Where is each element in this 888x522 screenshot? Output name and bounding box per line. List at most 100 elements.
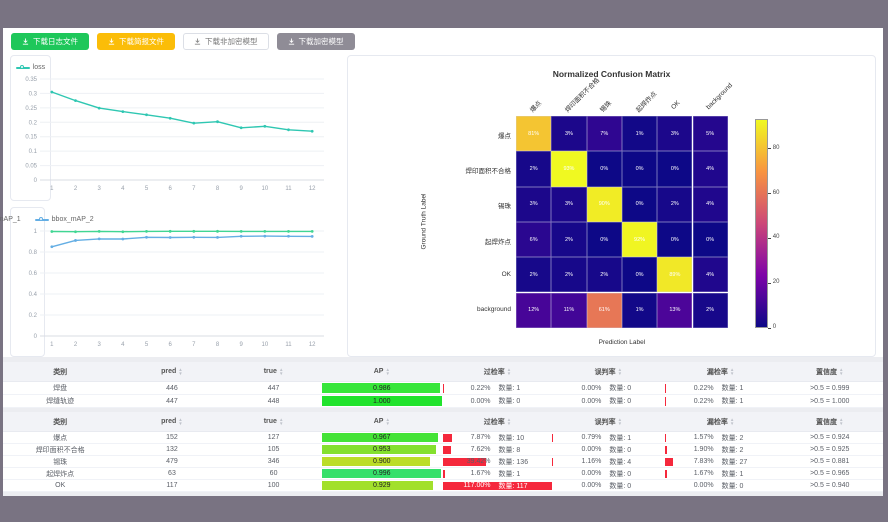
- miss-rate-wrap: 0.00%数量: 0: [665, 480, 777, 491]
- miss-rate-bar: [665, 458, 674, 466]
- sort-caret-icon[interactable]: ▲▼: [730, 418, 734, 426]
- matrix-row-label: background: [361, 306, 511, 313]
- matrix-y-axis-label: Ground Truth Label: [421, 193, 428, 249]
- sort-caret-icon[interactable]: ▲▼: [839, 418, 843, 426]
- table-row: 焊缝轨迹4474481.0000.00%数量: 00.00%数量: 00.22%…: [3, 395, 883, 408]
- miss-rate-wrap: 1.67%数量: 1: [665, 468, 777, 479]
- sort-caret-icon[interactable]: ▲▼: [385, 368, 389, 376]
- rate-value: 1.67%: [451, 470, 491, 477]
- sort-caret-icon[interactable]: ▲▼: [385, 418, 389, 426]
- rate-count: 数量: 0: [609, 383, 655, 393]
- matrix-cell: 0%: [657, 151, 692, 186]
- mis-rate-bar: [552, 458, 553, 466]
- svg-text:9: 9: [239, 342, 243, 348]
- col-header-label: pred: [161, 368, 176, 375]
- cell-pred: 132: [117, 444, 226, 455]
- sort-caret-icon[interactable]: ▲▼: [730, 368, 734, 376]
- matrix-cell: 6%: [516, 222, 551, 257]
- cell-confidence: >0.5 = 0.940: [776, 480, 883, 491]
- colorbar-tick-label: 80: [773, 145, 780, 151]
- svg-text:1: 1: [34, 229, 38, 235]
- col-header-conf[interactable]: 置信度▲▼: [776, 362, 883, 381]
- col-header-true[interactable]: true▲▼: [227, 412, 321, 431]
- cell-confidence: >0.5 = 1.000: [776, 395, 883, 407]
- cell-ap: 1.000: [321, 395, 443, 407]
- download-toolbar: 下载日志文件 下载简报文件 下载非加密模型 下载加密模型: [3, 28, 883, 55]
- download-encrypted-model-button[interactable]: 下载加密模型: [277, 33, 355, 51]
- cell-over: 1.67%数量: 1: [443, 468, 552, 479]
- legend-item-bbox_mAP_2[interactable]: bbox_mAP_2: [35, 216, 94, 223]
- rate-value: 7.62%: [451, 446, 491, 453]
- sort-caret-icon[interactable]: ▲▼: [279, 418, 283, 426]
- col-header-pred[interactable]: pred▲▼: [117, 362, 226, 381]
- legend-item-loss[interactable]: loss: [16, 64, 45, 71]
- col-header-ap[interactable]: AP▲▼: [321, 362, 443, 381]
- matrix-cell: 11%: [551, 293, 586, 328]
- ap-bar-wrap: 0.929: [322, 480, 442, 491]
- table-row: 焊盘4464470.9860.22%数量: 10.00%数量: 00.22%数量…: [3, 382, 883, 395]
- col-header-conf[interactable]: 置信度▲▼: [776, 412, 883, 431]
- col-header-ap[interactable]: AP▲▼: [321, 412, 443, 431]
- colorbar: [755, 119, 768, 328]
- matrix-row-label: 爆点: [361, 130, 511, 140]
- download-log-label: 下载日志文件: [33, 38, 78, 46]
- col-header-miss[interactable]: 漏检率▲▼: [665, 412, 777, 431]
- svg-text:3: 3: [97, 186, 101, 192]
- colorbar-tick: [768, 238, 771, 239]
- col-header-pred[interactable]: pred▲▼: [117, 412, 226, 431]
- rate-count: 数量: 2: [722, 445, 768, 455]
- sort-caret-icon[interactable]: ▲▼: [839, 368, 843, 376]
- colorbar-tick: [768, 193, 771, 194]
- cell-over: 7.62% 数量: 8: [443, 444, 552, 455]
- legend-item-bbox_mAP_1[interactable]: bbox_mAP_1: [0, 216, 21, 223]
- matrix-column-label: OK: [670, 99, 682, 111]
- col-header-mis[interactable]: 误判率▲▼: [552, 412, 665, 431]
- metrics-table-1: 类别pred▲▼true▲▼AP▲▼过检率▲▼误判率▲▼漏检率▲▼置信度▲▼焊盘…: [3, 362, 883, 408]
- matrix-row-label: 焊印面积不合格: [361, 165, 511, 175]
- cell-confidence: >0.5 = 0.925: [776, 444, 883, 455]
- col-header-label: 类别: [53, 417, 67, 427]
- sort-caret-icon[interactable]: ▲▼: [178, 368, 182, 376]
- colorbar-tick: [768, 148, 771, 149]
- sort-caret-icon[interactable]: ▲▼: [618, 418, 622, 426]
- cell-confidence: >0.5 = 0.965: [776, 468, 883, 479]
- col-header-true[interactable]: true▲▼: [227, 362, 321, 381]
- cell-ap: 0.967: [321, 432, 443, 443]
- cell-miss: 7.83%数量: 27: [665, 456, 777, 467]
- rate-value: 0.22%: [674, 385, 714, 392]
- download-log-button[interactable]: 下载日志文件: [11, 33, 89, 51]
- download-report-button[interactable]: 下载简报文件: [97, 33, 175, 51]
- matrix-column-label: 爆点: [527, 98, 543, 114]
- col-header-over[interactable]: 过检率▲▼: [443, 412, 552, 431]
- sort-caret-icon[interactable]: ▲▼: [178, 418, 182, 426]
- miss-rate-wrap: 0.22%数量: 1: [665, 382, 777, 394]
- rate-value: 1.67%: [674, 470, 714, 477]
- sort-caret-icon[interactable]: ▲▼: [507, 368, 511, 376]
- cell-pred: 479: [117, 456, 226, 467]
- charts-row: loss 00.050.10.150.20.250.30.35123456789…: [3, 55, 883, 357]
- download-icon: [108, 38, 115, 45]
- svg-text:0: 0: [34, 334, 38, 340]
- cell-true: 127: [227, 432, 321, 443]
- sort-caret-icon[interactable]: ▲▼: [618, 368, 622, 376]
- sort-caret-icon[interactable]: ▲▼: [279, 368, 283, 376]
- mis-rate-wrap: 0.00%数量: 0: [552, 395, 665, 407]
- col-header-cls: 类别: [3, 362, 117, 381]
- cell-miss: 0.22%数量: 1: [665, 382, 777, 394]
- metrics-tables: 类别pred▲▼true▲▼AP▲▼过检率▲▼误判率▲▼漏检率▲▼置信度▲▼焊盘…: [3, 357, 883, 496]
- sort-caret-icon[interactable]: ▲▼: [507, 418, 511, 426]
- rate-count: 数量: 8: [499, 445, 545, 455]
- matrix-cell: 81%: [516, 116, 551, 151]
- col-header-miss[interactable]: 漏检率▲▼: [665, 362, 777, 381]
- col-header-over[interactable]: 过检率▲▼: [443, 362, 552, 381]
- table-header-row: 类别 pred▲▼true▲▼AP▲▼过检率▲▼误判率▲▼漏检率▲▼置信度▲▼: [3, 412, 883, 432]
- rate-value: 117.00%: [451, 482, 491, 489]
- legend-marker-icon: [35, 216, 49, 223]
- matrix-cell: 0%: [622, 187, 657, 222]
- metrics-table-2: 类别pred▲▼true▲▼AP▲▼过检率▲▼误判率▲▼漏检率▲▼置信度▲▼爆点…: [3, 412, 883, 492]
- matrix-cell: 1%: [622, 293, 657, 328]
- ap-value: 0.929: [322, 480, 442, 491]
- matrix-cell: 2%: [516, 257, 551, 292]
- col-header-mis[interactable]: 误判率▲▼: [552, 362, 665, 381]
- download-unencrypted-model-button[interactable]: 下载非加密模型: [183, 33, 269, 51]
